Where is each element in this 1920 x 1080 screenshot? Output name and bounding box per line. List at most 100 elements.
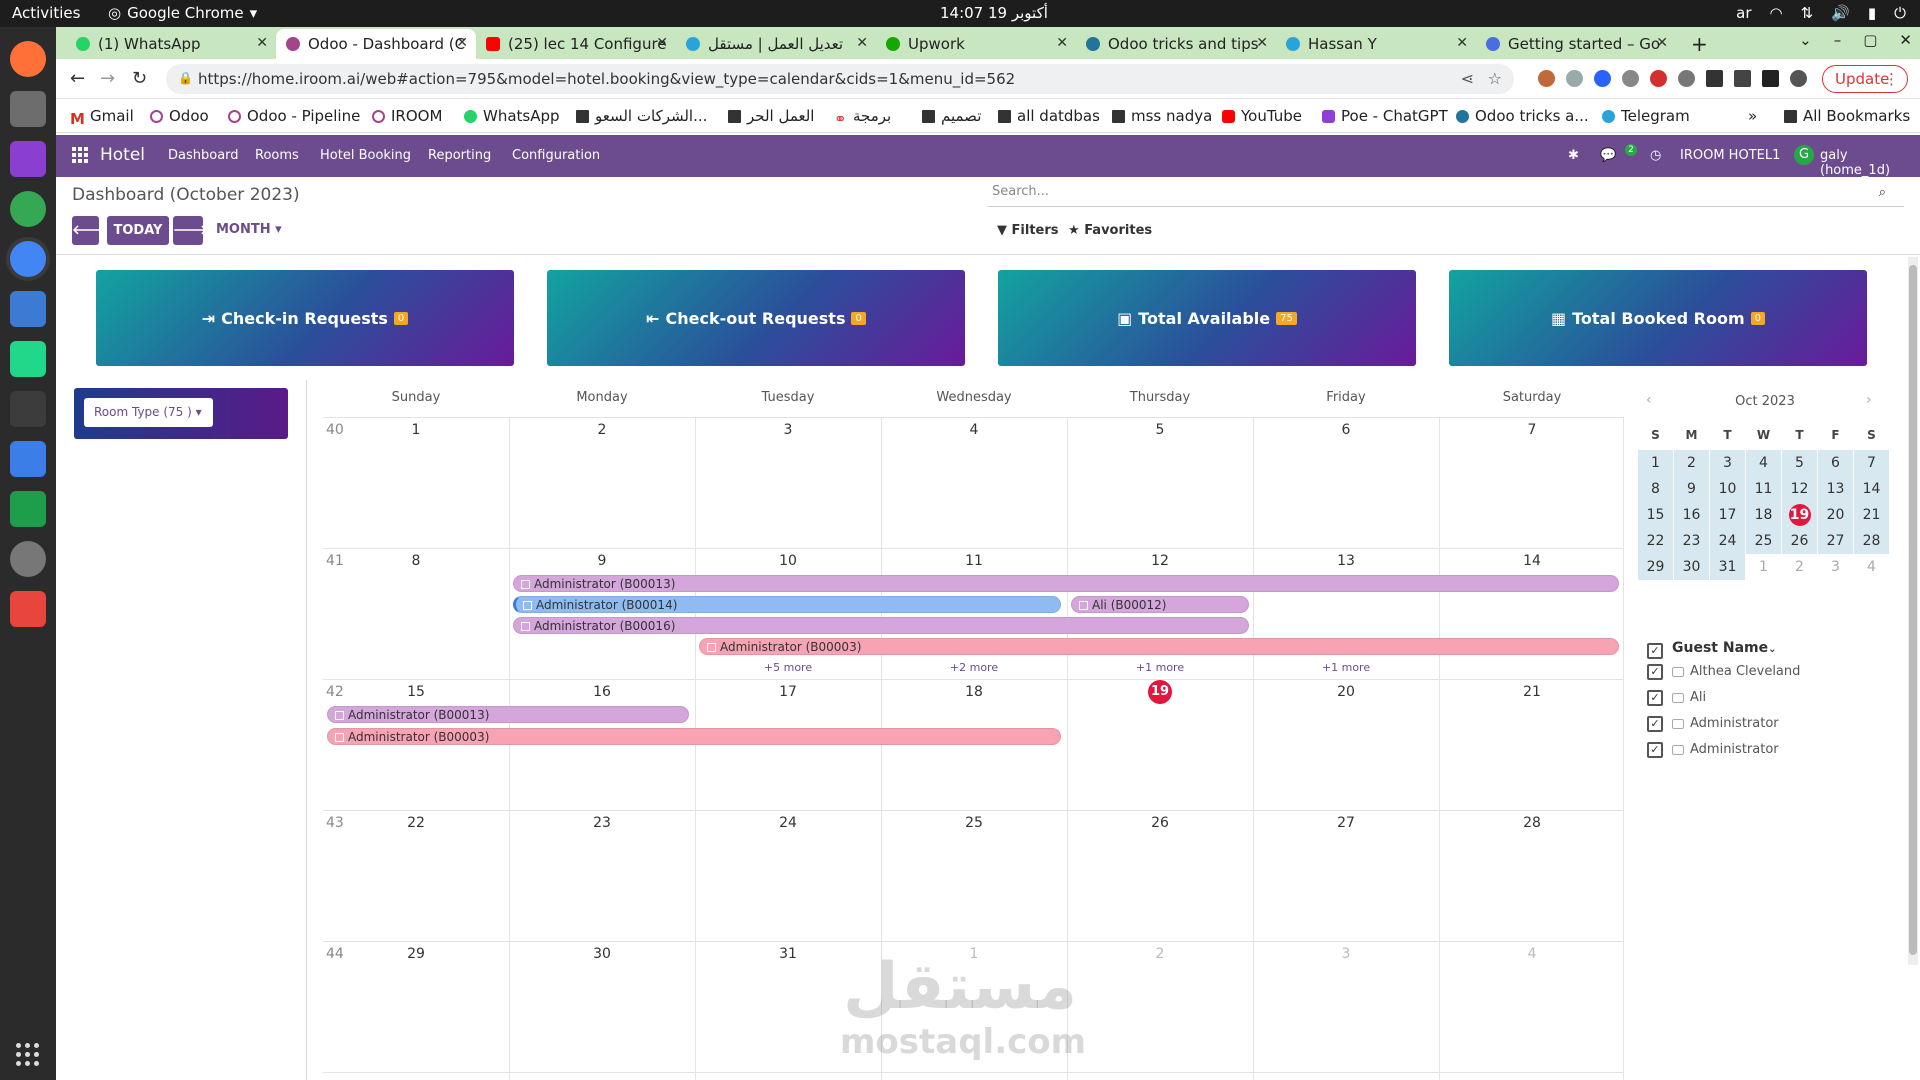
close-icon[interactable]: ✕ [1656,35,1668,51]
active-app-menu[interactable]: ◎ Google Chrome ▾ [108,4,257,22]
more-events-link[interactable]: +5 more [695,661,881,674]
mini-day-cell[interactable]: 8 [1638,476,1673,502]
day-cell[interactable]: 26 [1067,815,1253,831]
more-events-link[interactable]: +1 more [1253,661,1439,674]
day-cell[interactable]: 14 [1439,553,1625,569]
booking-event[interactable]: Administrator (B00013) [327,706,689,723]
day-cell[interactable]: 5 [1067,422,1253,438]
close-icon[interactable]: ✕ [456,35,468,51]
terminal-icon[interactable] [10,391,46,427]
window-close-icon[interactable]: ✕ [1899,31,1912,49]
bookmarks-overflow-icon[interactable]: » [1748,107,1757,125]
bookmark-whatsapp[interactable]: WhatsApp [464,107,560,125]
bookmark-odoo[interactable]: Odoo [150,107,209,125]
close-icon[interactable]: ✕ [1456,35,1468,51]
day-cell[interactable]: 24 [695,815,881,831]
day-cell[interactable]: 17 [695,684,881,700]
mini-day-cell[interactable]: 28 [1854,528,1889,554]
chrome-icon[interactable] [10,241,46,277]
room-type-dropdown[interactable]: Room Type (75 ) ▾ [84,398,213,427]
mini-day-cell[interactable]: 1 [1638,450,1673,476]
day-cell[interactable]: 4 [881,422,1067,438]
mini-day-cell[interactable]: 30 [1674,554,1709,580]
system-tray[interactable]: ar ◠ ⇅ 🔊 ▮ ⏻ [1736,4,1906,22]
extension-icon[interactable] [1650,70,1667,87]
mini-day-cell[interactable]: 26 [1782,528,1817,554]
app-brand[interactable]: Hotel [100,145,145,165]
firefox-icon[interactable] [10,41,46,77]
tab-odoo-dashboard[interactable]: Odoo - Dashboard (C ✕ [276,29,476,59]
day-cell[interactable]: 13 [1253,553,1439,569]
settings-icon[interactable] [10,541,46,577]
close-icon[interactable]: ✕ [856,35,868,51]
clock-icon[interactable]: ◷ [1650,148,1661,163]
text-editor-icon[interactable] [10,291,46,327]
maximize-icon[interactable]: ▢ [1863,31,1877,49]
guest-filter-all-checkbox[interactable]: ✓ [1647,643,1663,659]
mini-day-cell[interactable]: 12 [1782,476,1817,502]
reading-list-icon[interactable] [1734,70,1751,87]
side-panel-icon[interactable] [1762,70,1779,87]
forward-arrow-icon[interactable]: → [100,68,115,89]
page-scrollbar[interactable] [1908,257,1918,965]
mini-day-cell[interactable]: 6 [1818,450,1853,476]
bookmark-mss-nadya[interactable]: mss nadya [1112,107,1212,125]
guest-checkbox[interactable]: ✓ [1647,664,1663,680]
day-cell[interactable]: 21 [1439,684,1625,700]
tab-upwork[interactable]: Upwork ✕ [876,29,1076,59]
today-button[interactable]: TODAY [107,216,169,245]
day-cell[interactable]: 10 [695,553,881,569]
menu-reporting[interactable]: Reporting [428,148,491,163]
bookmark-odoo-pipeline[interactable]: Odoo - Pipeline [228,107,360,125]
tab-getting-started[interactable]: Getting started – Go ✕ [1476,29,1676,59]
extension-icon[interactable] [1622,70,1639,87]
card-check-out-requests[interactable]: ⇤ Check-out Requests 0 [547,270,965,366]
bookmark-telegram[interactable]: Telegram [1602,107,1690,125]
mini-day-cell[interactable]: 5 [1782,450,1817,476]
card-check-in-requests[interactable]: ⇥ Check-in Requests 0 [96,270,514,366]
show-apps-icon[interactable] [16,1043,39,1066]
day-cell[interactable]: 20 [1253,684,1439,700]
activities-button[interactable]: Activities [12,4,80,22]
search-icon[interactable]: ⌕ [1879,185,1886,200]
booking-event[interactable]: Administrator (B00013) [513,575,1619,592]
booking-event[interactable]: Administrator (B00014) [513,596,1061,613]
close-icon[interactable]: ✕ [1056,35,1068,51]
extension-icon[interactable] [1594,70,1611,87]
share-icon[interactable]: ⋖ [1461,69,1474,88]
bookmark-all-datdbas[interactable]: all datdbas [998,107,1100,125]
day-cell[interactable]: 18 [881,684,1067,700]
close-icon[interactable]: ✕ [256,35,268,51]
mini-day-cell[interactable]: 9 [1674,476,1709,502]
extension-icon[interactable] [1566,70,1583,87]
mini-day-cell[interactable]: 4 [1746,450,1781,476]
mini-day-cell[interactable]: 11 [1746,476,1781,502]
tab-whatsapp[interactable]: (1) WhatsApp ✕ [66,29,276,59]
bookmark-gmail[interactable]: M Gmail [70,107,134,128]
user-avatar[interactable]: G [1794,145,1814,165]
close-icon[interactable]: ✕ [656,35,668,51]
url-bar[interactable]: 🔒 https://home.iroom.ai/web#action=795&m… [166,64,1514,94]
day-cell-today[interactable]: 19 [1067,680,1253,704]
bookmark-iroom[interactable]: IROOM [372,107,442,125]
day-cell[interactable]: 6 [1253,422,1439,438]
day-cell[interactable]: 7 [1439,422,1625,438]
menu-dashboard[interactable]: Dashboard [168,148,239,163]
tab-mostaql[interactable]: تعديل العمل | مستقل ✕ [676,29,876,59]
mini-next-icon[interactable]: › [1866,392,1872,408]
more-events-link[interactable]: +2 more [881,661,1067,674]
day-cell[interactable]: 16 [509,684,695,700]
next-button[interactable]: 🡒 [173,216,208,245]
user-menu[interactable]: galy (home_1d) [1820,148,1920,178]
mini-day-cell[interactable]: 3 [1818,554,1853,580]
reload-icon[interactable]: ↻ [132,68,147,89]
bookmark-design[interactable]: تصميم [922,107,981,125]
bookmark-odoo-tricks[interactable]: Odoo tricks a... [1456,107,1589,125]
mini-day-cell[interactable]: 29 [1638,554,1673,580]
day-cell[interactable]: 3 [695,422,881,438]
bookmark-youtube[interactable]: YouTube [1222,107,1302,125]
mini-day-cell[interactable]: 7 [1854,450,1889,476]
update-button[interactable]: Update ⋮ [1822,65,1908,93]
mini-day-cell[interactable]: 1 [1746,554,1781,580]
previous-button[interactable]: 🡐 [72,216,107,245]
